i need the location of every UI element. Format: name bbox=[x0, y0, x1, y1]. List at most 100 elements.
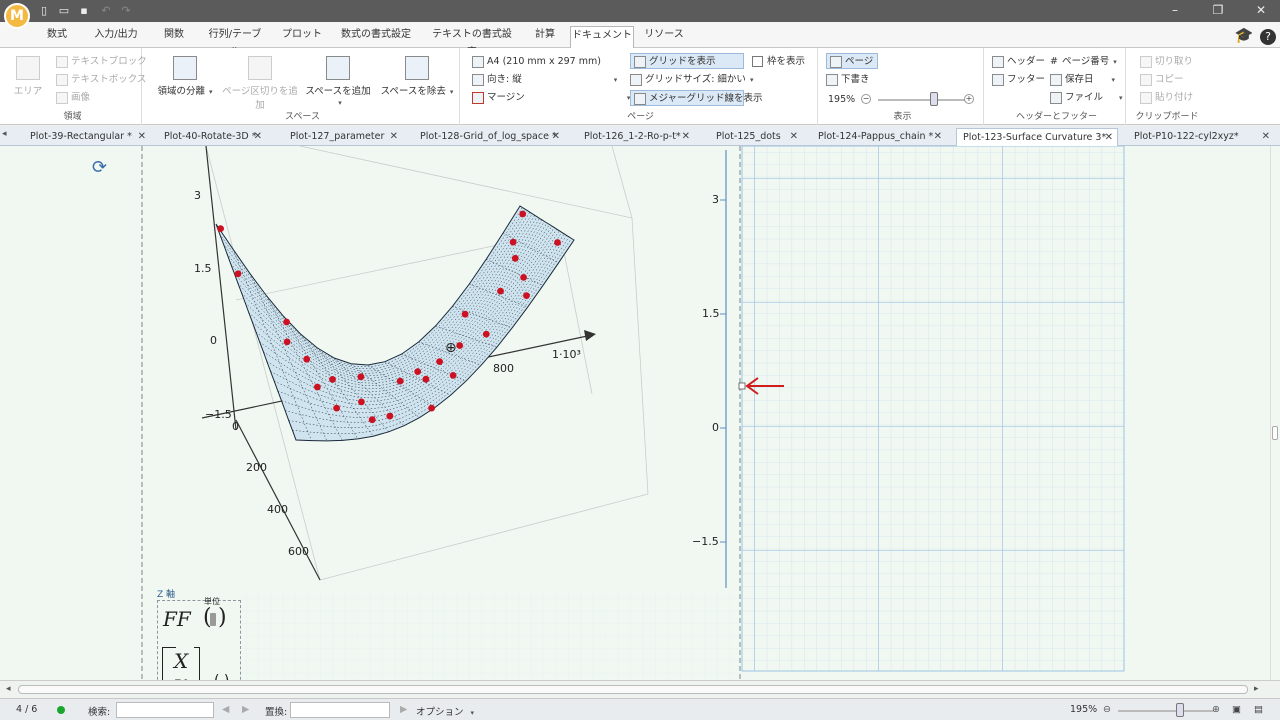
close-tab-icon[interactable]: ✕ bbox=[552, 128, 560, 145]
save-icon[interactable]: ▪ bbox=[78, 4, 90, 18]
tab-math-format[interactable]: 数式の書式設定 bbox=[338, 26, 414, 48]
app-logo[interactable]: M bbox=[4, 3, 30, 29]
search-next-icon[interactable]: ▶ bbox=[242, 704, 249, 715]
x-tick-800: 800 bbox=[493, 362, 514, 375]
data-point bbox=[283, 338, 291, 346]
paste-button[interactable]: 貼り付け bbox=[1140, 90, 1193, 106]
draft-view-button[interactable]: 下書き bbox=[826, 72, 870, 88]
redo-icon[interactable]: ↷ bbox=[120, 4, 132, 18]
close-tab-icon[interactable]: ✕ bbox=[682, 128, 690, 145]
tab-plot[interactable]: プロット bbox=[280, 26, 324, 48]
tab-matrix-table[interactable]: 行列/テーブル bbox=[204, 26, 266, 58]
close-tab-icon[interactable]: ✕ bbox=[1105, 129, 1113, 146]
header-button[interactable]: ヘッダー bbox=[992, 54, 1045, 70]
major-grid-toggle[interactable]: メジャーグリッド線を表示 bbox=[630, 90, 763, 106]
vertical-scrollbar[interactable] bbox=[1270, 146, 1280, 680]
tab-formula[interactable]: 数式 bbox=[40, 26, 74, 48]
cut-button[interactable]: 切り取り bbox=[1140, 54, 1193, 70]
add-space-label: スペースを追加 bbox=[305, 86, 371, 97]
close-tab-icon[interactable]: ✕ bbox=[934, 128, 942, 145]
show-grid-toggle[interactable]: グリッドを表示 bbox=[630, 53, 744, 69]
text-block-button[interactable]: テキストブロック bbox=[56, 54, 147, 70]
page-number-dropdown[interactable]: # ページ番号 ▾ bbox=[1050, 54, 1117, 70]
area-button[interactable]: エリア bbox=[10, 56, 46, 97]
show-border-checkbox[interactable]: 枠を表示 bbox=[752, 54, 805, 70]
close-tab-icon[interactable]: ✕ bbox=[138, 128, 146, 145]
page-view-icon[interactable]: ▣ bbox=[1232, 704, 1241, 715]
unit-placeholder[interactable] bbox=[210, 613, 216, 626]
paper-size-dropdown[interactable]: A4 (210 mm x 297 mm)▾ bbox=[472, 54, 634, 70]
file-dropdown[interactable]: ファイル ▾ bbox=[1050, 90, 1123, 106]
status-zoom-track[interactable] bbox=[1118, 710, 1214, 712]
zoom-slider-thumb[interactable] bbox=[930, 92, 938, 106]
new-icon[interactable]: ▯ bbox=[38, 4, 50, 18]
options-dropdown[interactable]: オプション ▾ bbox=[416, 704, 474, 718]
page-view-toggle[interactable]: ページ bbox=[826, 53, 878, 69]
undo-icon[interactable]: ↶ bbox=[100, 4, 112, 18]
graduation-cap-icon[interactable]: 🎓 bbox=[1234, 25, 1254, 45]
doc-tab-plot-126[interactable]: Plot-126_1-2-Ro-p-t* ✕ bbox=[578, 128, 694, 146]
refresh-icon[interactable]: ⟳ bbox=[92, 158, 112, 178]
tab-input-output[interactable]: 入力/出力 bbox=[88, 26, 144, 48]
doc-tab-plot-123-active[interactable]: Plot-123-Surface Curvature 3* ✕ bbox=[956, 128, 1118, 146]
search-prev-icon[interactable]: ◀ bbox=[222, 704, 229, 715]
doc-tab-plot-40[interactable]: Plot-40-Rotate-3D * ✕ bbox=[158, 128, 266, 146]
zoom-slider-track[interactable] bbox=[878, 99, 966, 101]
tab-functions[interactable]: 関数 bbox=[158, 26, 190, 48]
footer-button[interactable]: フッター bbox=[992, 72, 1045, 88]
close-tab-icon[interactable]: ✕ bbox=[1262, 128, 1270, 145]
doc-tab-plot-127[interactable]: Plot-127_parameter ✕ bbox=[284, 128, 402, 146]
close-tab-icon[interactable]: ✕ bbox=[790, 128, 798, 145]
worksheet-canvas[interactable]: ⊕ ⟳ 3 1.5 0 −1.5 0 200 400 600 800 1·10³… bbox=[0, 146, 1270, 680]
close-tab-icon[interactable]: ✕ bbox=[390, 128, 398, 145]
close-tab-icon[interactable]: ✕ bbox=[254, 128, 262, 145]
image-button[interactable]: 画像 bbox=[56, 90, 90, 106]
remove-space-button[interactable]: スペースを除去 ▾ bbox=[380, 56, 454, 97]
save-date-dropdown[interactable]: 保存日 ▾ bbox=[1050, 72, 1115, 88]
doc-tab-plot-125[interactable]: Plot-125_dots ✕ bbox=[710, 128, 802, 146]
horizontal-scrollbar[interactable]: ◂ ▸ bbox=[0, 680, 1280, 698]
z-axis-math-region[interactable]: 単位 FF ( ) X Y (.) bbox=[157, 597, 241, 680]
doc-tab-label: Plot-39-Rectangular * bbox=[30, 131, 132, 142]
doc-tab-plot-p10-122[interactable]: Plot-P10-122-cyl2xyz* ✕ bbox=[1128, 128, 1274, 146]
split-region-button[interactable]: 領域の分離 ▾ bbox=[154, 56, 216, 97]
doc-tab-plot-128[interactable]: Plot-128-Grid_of_log_space * ✕ bbox=[414, 128, 564, 146]
open-icon[interactable]: ▭ bbox=[58, 4, 70, 18]
close-button[interactable]: ✕ bbox=[1246, 0, 1276, 22]
text-box-button[interactable]: テキストボックス bbox=[56, 72, 146, 88]
grid-size-dropdown[interactable]: グリッドサイズ: 細かい ▾ bbox=[630, 72, 753, 88]
search-input[interactable] bbox=[116, 702, 214, 718]
help-icon[interactable]: ? bbox=[1258, 25, 1278, 45]
copy-button[interactable]: コピー bbox=[1140, 72, 1184, 88]
tab-document[interactable]: ドキュメント bbox=[570, 26, 634, 48]
scroll-right-icon[interactable]: ▸ bbox=[1254, 684, 1259, 694]
draft-view-icon[interactable]: ▤ bbox=[1254, 704, 1263, 715]
orientation-dropdown[interactable]: 向き: 縦 ▾ bbox=[472, 72, 617, 88]
data-point bbox=[482, 330, 490, 338]
status-zoom-in-icon[interactable]: ⊕ bbox=[1212, 704, 1220, 715]
status-zoom-out-icon[interactable]: ⊖ bbox=[1103, 704, 1111, 715]
replace-input[interactable] bbox=[290, 702, 390, 718]
add-space-button[interactable]: スペースを追加▾ bbox=[302, 56, 374, 108]
vertical-scroll-thumb[interactable] bbox=[1272, 426, 1278, 440]
margin-button[interactable]: マージン ▾ bbox=[472, 90, 630, 106]
status-zoom-thumb[interactable] bbox=[1176, 703, 1184, 717]
calendar-icon bbox=[1050, 73, 1062, 86]
minimize-button[interactable]: – bbox=[1160, 0, 1190, 22]
page-break-icon bbox=[248, 56, 272, 80]
scroll-left-icon[interactable]: ◂ bbox=[6, 684, 11, 694]
doc-tab-plot-39[interactable]: Plot-39-Rectangular * ✕ bbox=[24, 128, 150, 146]
replace-icon[interactable]: ▶ bbox=[400, 704, 407, 715]
status-zoom-value: 195% bbox=[1070, 704, 1098, 715]
zoom-out-icon[interactable]: − bbox=[861, 94, 871, 104]
tab-calculation[interactable]: 計算 bbox=[530, 26, 560, 48]
tab-text-format[interactable]: テキストの書式設定 bbox=[428, 26, 516, 58]
maximize-button[interactable]: ❐ bbox=[1203, 0, 1233, 22]
horizontal-scroll-thumb[interactable] bbox=[18, 685, 1248, 694]
zoom-in-icon[interactable]: + bbox=[964, 94, 974, 104]
tabs-scroll-left-icon[interactable]: ◂ bbox=[2, 129, 10, 141]
doc-tab-plot-124[interactable]: Plot-124-Pappus_chain * ✕ bbox=[812, 128, 946, 146]
file-label: ファイル bbox=[1065, 92, 1104, 103]
tab-resources[interactable]: リソース bbox=[642, 26, 686, 48]
add-page-break-button[interactable]: ページ区切りを追加 bbox=[220, 56, 300, 111]
